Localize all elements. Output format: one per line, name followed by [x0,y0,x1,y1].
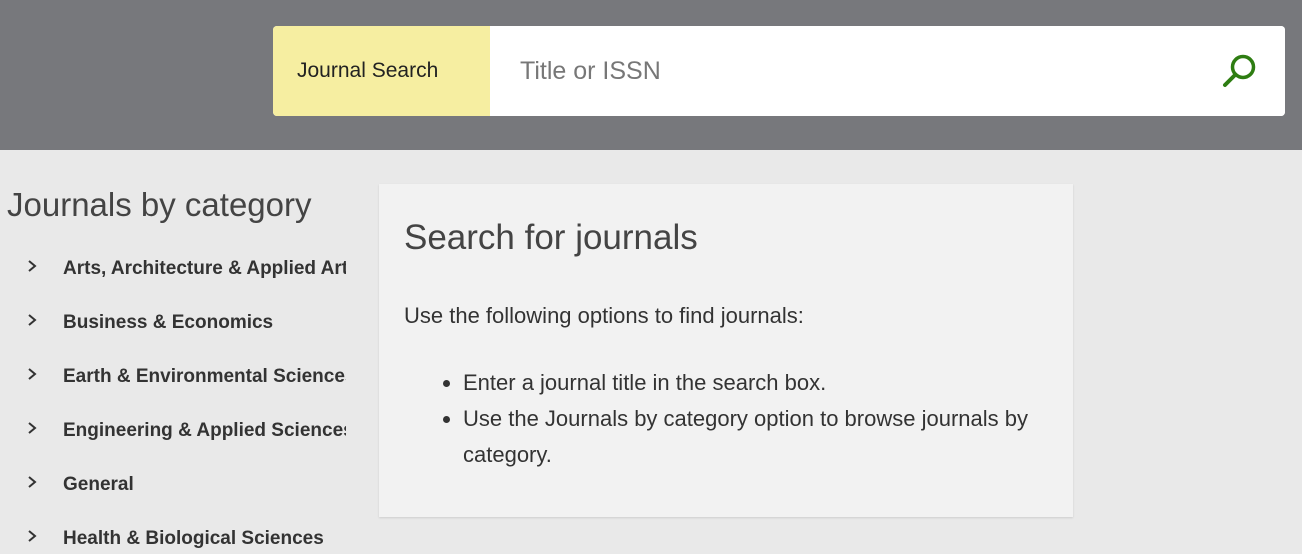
chevron-right-icon [28,368,37,380]
search-icon [1223,54,1256,87]
header: Journal Search [0,0,1302,150]
search-label: Journal Search [273,26,490,116]
chevron-right-icon [28,422,37,434]
category-label: Arts, Architecture & Applied Arts [63,258,346,279]
journal-search-bar: Journal Search [273,26,1285,116]
category-item-engineering[interactable]: Engineering & Applied Sciences [0,416,346,470]
search-input[interactable] [490,26,1195,116]
category-item-health[interactable]: Health & Biological Sciences [0,524,346,554]
category-label: Engineering & Applied Sciences [63,420,346,441]
category-label: Health & Biological Sciences [63,528,324,549]
category-item-arts[interactable]: Arts, Architecture & Applied Arts [0,254,346,308]
chevron-right-icon [28,530,37,542]
options-list: Enter a journal title in the search box.… [463,365,1043,473]
category-label: Earth & Environmental Sciences [63,366,346,387]
category-item-earth[interactable]: Earth & Environmental Sciences [0,362,346,416]
category-list: Arts, Architecture & Applied Arts Busine… [0,254,346,554]
option-item: Use the Journals by category option to b… [463,401,1043,473]
chevron-right-icon [28,314,37,326]
category-item-general[interactable]: General [0,470,346,524]
category-label: General [63,474,134,495]
chevron-right-icon [28,476,37,488]
category-label: Business & Economics [63,312,274,333]
panel-title: Search for journals [404,218,698,257]
chevron-right-icon [28,260,37,272]
category-item-business[interactable]: Business & Economics [0,308,346,362]
option-item: Enter a journal title in the search box. [463,365,1043,401]
search-help-panel: Search for journals Use the following op… [379,184,1073,517]
sidebar-title: Journals by category [7,186,312,223]
category-sidebar: Journals by category Arts, Architecture … [0,150,348,554]
panel-intro: Use the following options to find journa… [404,303,804,328]
search-button[interactable] [1195,26,1285,116]
